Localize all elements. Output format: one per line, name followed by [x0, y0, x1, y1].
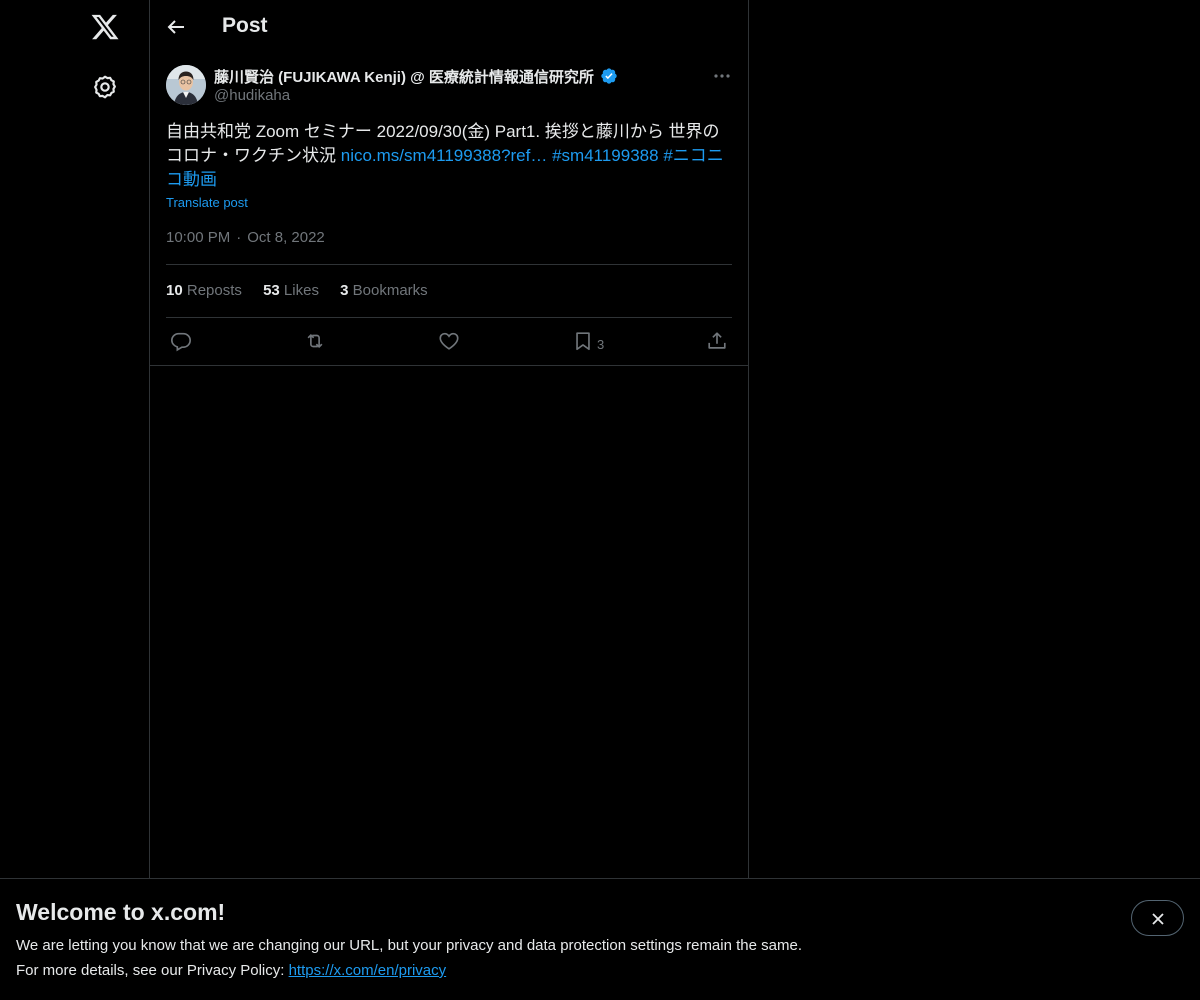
separator-dot: · [236, 229, 242, 246]
close-banner-button[interactable] [1131, 900, 1184, 936]
gear-icon[interactable] [92, 74, 118, 100]
translate-post-button[interactable]: Translate post [166, 195, 248, 210]
post-text: 自由共和党 Zoom セミナー 2022/09/30(金) Part1. 挨拶と… [166, 120, 734, 192]
reposts-stat[interactable]: 10 Reposts [166, 282, 242, 299]
post-time: 10:00 PM [166, 229, 231, 246]
bookmark-count: 3 [597, 337, 605, 352]
post-timestamp[interactable]: 10:00 PM · Oct 8, 2022 [166, 229, 325, 246]
likes-label: Likes [283, 282, 319, 299]
hashtag-link[interactable]: #sm41199388 [552, 146, 659, 165]
likes-stat[interactable]: 53 Likes [263, 282, 319, 299]
app-root: Post 藤川賢治 (FUJIKAWA Kenji) @ 医療統計情報通信研究所 [0, 0, 1200, 1000]
author-handle[interactable]: @hudikaha [214, 87, 290, 104]
banner-message: We are letting you know that we are chan… [16, 937, 802, 954]
post-date: Oct 8, 2022 [247, 229, 325, 246]
bookmarks-count: 3 [340, 282, 349, 299]
left-nav [0, 0, 150, 1000]
bookmark-icon[interactable] [572, 330, 594, 352]
banner-title: Welcome to x.com! [16, 899, 226, 925]
share-icon[interactable] [706, 330, 728, 352]
page-header: Post [150, 0, 748, 54]
post-actions: 3 [150, 319, 748, 365]
divider [166, 264, 732, 265]
main-column: Post 藤川賢治 (FUJIKAWA Kenji) @ 医療統計情報通信研究所 [150, 0, 749, 1000]
avatar-image [166, 65, 206, 105]
author-name-text: 藤川賢治 (FUJIKAWA Kenji) @ 医療統計情報通信研究所 [214, 69, 594, 86]
arrow-left-icon[interactable] [164, 15, 188, 39]
divider [166, 317, 732, 318]
banner-details: For more details, see our Privacy Policy… [16, 962, 446, 979]
banner-details-text: For more details, see our Privacy Policy… [16, 962, 289, 979]
privacy-policy-link[interactable]: https://x.com/en/privacy [289, 962, 447, 979]
bookmarks-label: Bookmarks [352, 282, 428, 299]
more-horizontal-icon[interactable] [712, 66, 732, 86]
heart-icon[interactable] [438, 330, 460, 352]
reply-icon[interactable] [170, 330, 192, 352]
avatar[interactable] [166, 65, 206, 105]
verified-badge-icon [601, 68, 617, 84]
likes-count: 53 [263, 282, 280, 299]
post: 藤川賢治 (FUJIKAWA Kenji) @ 医療統計情報通信研究所 @hud… [150, 54, 748, 366]
repost-icon[interactable] [304, 330, 326, 352]
welcome-banner: Welcome to x.com! We are letting you kno… [0, 878, 1200, 1000]
author-name[interactable]: 藤川賢治 (FUJIKAWA Kenji) @ 医療統計情報通信研究所 [214, 66, 618, 87]
post-link[interactable]: nico.ms/sm41199388?ref… [341, 146, 548, 165]
page-title: Post [222, 14, 268, 37]
reposts-count: 10 [166, 282, 183, 299]
x-logo-icon[interactable] [90, 12, 120, 42]
post-stats: 10 Reposts 53 Likes 3 Bookmarks [166, 282, 445, 299]
reposts-label: Reposts [186, 282, 242, 299]
bookmarks-stat: 3 Bookmarks [340, 282, 428, 299]
close-icon [1152, 913, 1164, 925]
